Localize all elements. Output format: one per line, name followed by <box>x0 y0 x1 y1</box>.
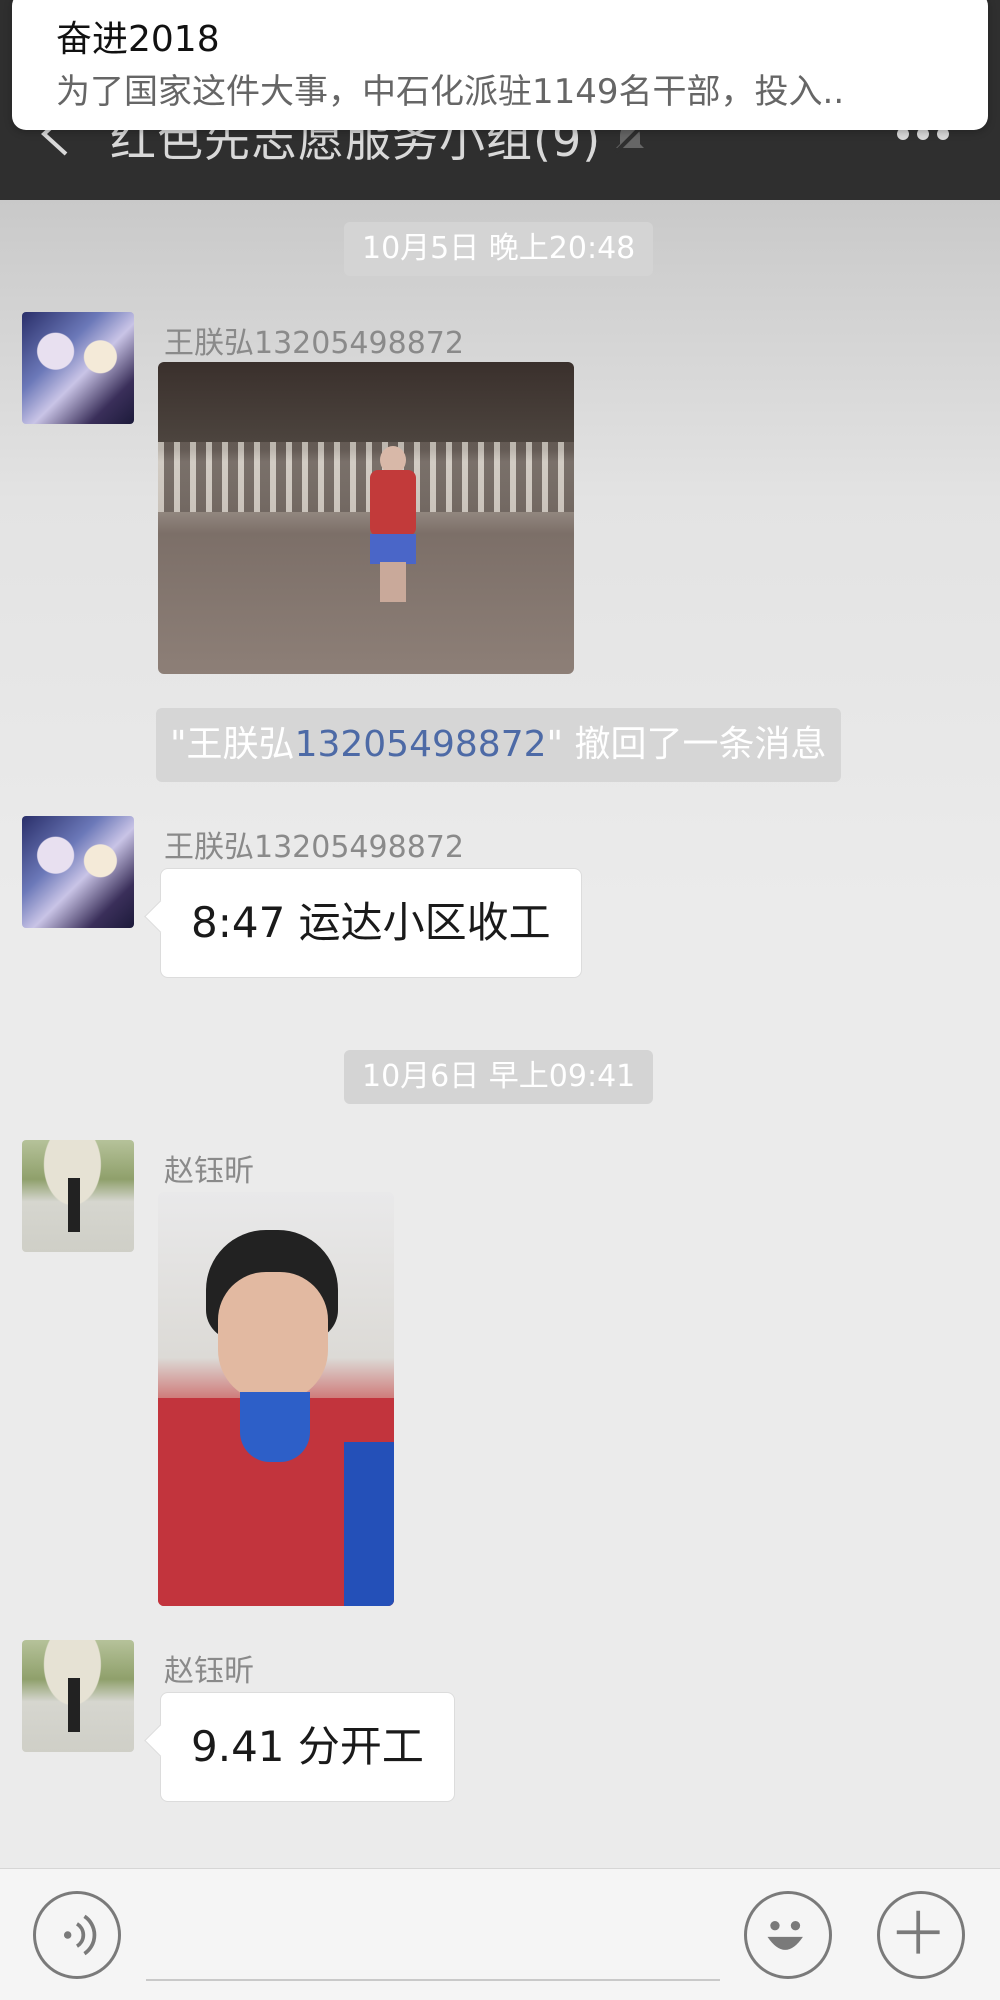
avatar[interactable] <box>22 312 134 424</box>
text-message[interactable]: 8:47 运达小区收工 <box>160 868 582 978</box>
photo-detail <box>218 1272 328 1402</box>
timestamp: 10月6日 早上09:41 <box>344 1050 654 1104</box>
notification-body: 为了国家这件大事，中石化派驻1149名干部，投入.. <box>56 72 845 112</box>
photo-detail <box>380 562 406 602</box>
message-input[interactable] <box>146 1979 720 1981</box>
photo-detail <box>240 1392 310 1462</box>
notification-banner[interactable]: 奋进2018 为了国家这件大事，中石化派驻1149名干部，投入.. <box>12 0 988 130</box>
photo-detail <box>344 1442 394 1606</box>
emoji-button[interactable] <box>744 1891 832 1979</box>
input-bar <box>0 1868 1000 2000</box>
photo-detail <box>370 534 416 564</box>
sender-name: 王朕弘13205498872 <box>164 326 464 361</box>
photo-detail <box>158 442 574 512</box>
sender-name: 赵钰昕 <box>164 1154 254 1189</box>
voice-button[interactable] <box>33 1891 121 1979</box>
sender-name: 赵钰昕 <box>164 1654 254 1689</box>
avatar[interactable] <box>22 816 134 928</box>
recall-suffix: " 撤回了一条消息 <box>546 724 827 765</box>
image-message[interactable] <box>158 362 574 674</box>
photo-detail <box>370 470 416 536</box>
avatar[interactable] <box>22 1640 134 1752</box>
timestamp: 10月5日 晚上20:48 <box>344 222 654 276</box>
recall-prefix: "王朕弘 <box>170 724 295 765</box>
voice-icon <box>63 1914 97 1956</box>
text-message[interactable]: 9.41 分开工 <box>160 1692 455 1802</box>
phone-link[interactable]: 13205498872 <box>295 724 547 765</box>
system-message: "王朕弘13205498872" 撤回了一条消息 <box>156 708 841 782</box>
sender-name: 王朕弘13205498872 <box>164 830 464 865</box>
image-message[interactable] <box>158 1192 394 1606</box>
plus-button[interactable] <box>877 1891 965 1979</box>
emoji-icon <box>767 1921 803 1950</box>
plus-icon <box>896 1910 940 1954</box>
avatar[interactable] <box>22 1140 134 1252</box>
notification-title: 奋进2018 <box>56 19 220 60</box>
